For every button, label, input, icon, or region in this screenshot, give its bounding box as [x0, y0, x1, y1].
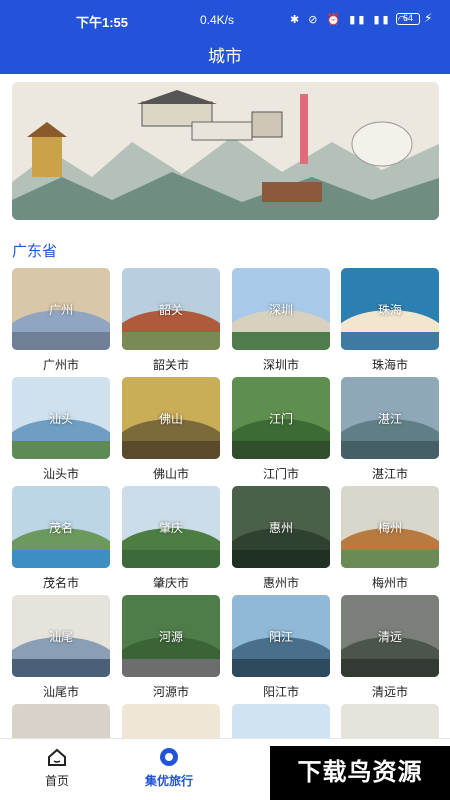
nav-label-travel: 集优旅行 [144, 774, 193, 788]
city-thumb-title: 清远 [377, 630, 402, 644]
city-thumbnail: 汕尾 [12, 595, 110, 677]
city-thumbnail: 汕头 [12, 377, 110, 459]
city-thumbnail: 广州 [12, 268, 110, 350]
city-thumbnail: 清远 [341, 595, 439, 677]
city-thumb-title: 惠州 [268, 521, 293, 535]
thumb-ground [232, 550, 330, 568]
city-thumbnail: 佛山 [122, 377, 220, 459]
thumb-ground [122, 550, 220, 568]
city-name: 佛山市 [152, 467, 189, 481]
city-thumb-title: 茂名 [48, 521, 73, 535]
thumb-ground [12, 659, 110, 677]
banner-illustration [12, 82, 439, 220]
thumb-ground [341, 441, 439, 459]
city-thumb-title: 广州 [48, 303, 73, 317]
city-thumbnail: 茂名 [12, 486, 110, 568]
city-thumb-title: 深圳 [268, 303, 293, 317]
city-name: 梅州市 [371, 576, 408, 590]
banner-image[interactable] [12, 82, 439, 220]
city-thumbnail: 湛江 [341, 377, 439, 459]
thumb-ground [232, 441, 330, 459]
charging-icon: ⚡ [424, 11, 433, 25]
city-card[interactable]: 湛江 湛江市 [341, 377, 439, 482]
city-card[interactable]: 深圳 深圳市 [232, 268, 330, 373]
city-card[interactable]: 佛山 佛山市 [122, 377, 220, 482]
city-card[interactable]: 河源 河源市 [122, 595, 220, 700]
city-name: 清远市 [371, 685, 408, 699]
city-name: 肇庆市 [152, 576, 189, 590]
city-thumb-title: 汕头 [48, 412, 73, 426]
city-name: 湛江市 [371, 467, 408, 481]
city-name: 珠海市 [371, 358, 408, 372]
thumb-ground [341, 332, 439, 350]
city-thumb-title: 汕尾 [48, 630, 73, 644]
thumb-ground [122, 659, 220, 677]
city-card[interactable]: 江门 江门市 [232, 377, 330, 482]
status-icons: ✱ ⊘ ⏰ ▮▮ ▮▮ ◠ [290, 14, 411, 26]
city-thumbnail: 阳江 [232, 595, 330, 677]
city-name: 韶关市 [152, 358, 189, 372]
section-title-province: 广东省 [12, 243, 58, 260]
city-card[interactable]: 汕头 汕头市 [12, 377, 110, 482]
city-thumbnail: 惠州 [232, 486, 330, 568]
city-thumbnail: 梅州 [341, 486, 439, 568]
city-thumbnail: 江门 [232, 377, 330, 459]
city-thumb-title: 珠海 [377, 303, 402, 317]
nav-item-travel[interactable]: 集优旅行 [124, 747, 214, 789]
city-name: 阳江市 [262, 685, 299, 699]
city-thumb-title: 江门 [268, 412, 293, 426]
thumb-ground [12, 441, 110, 459]
city-thumbnail: 珠海 [341, 268, 439, 350]
watermark: 下载鸟资源 [270, 746, 450, 800]
network-speed: 0.4K/s [200, 13, 235, 27]
city-thumbnail: 肇庆 [122, 486, 220, 568]
city-name: 深圳市 [262, 358, 299, 372]
thumb-ground [12, 332, 110, 350]
city-name: 汕尾市 [42, 685, 79, 699]
city-name: 惠州市 [262, 576, 299, 590]
city-name: 茂名市 [42, 576, 79, 590]
city-name: 广州市 [42, 358, 79, 372]
city-card[interactable]: 韶关 韶关市 [122, 268, 220, 373]
city-card[interactable]: 梅州 梅州市 [341, 486, 439, 591]
thumb-ground [122, 332, 220, 350]
home-icon [48, 748, 66, 766]
city-thumb-title: 梅州 [377, 521, 402, 535]
city-card[interactable]: 广州 广州市 [12, 268, 110, 373]
city-thumb-title: 韶关 [158, 303, 183, 317]
thumb-ground [232, 332, 330, 350]
city-card[interactable]: 茂名 茂名市 [12, 486, 110, 591]
travel-icon [160, 748, 178, 766]
city-card[interactable]: 惠州 惠州市 [232, 486, 330, 591]
city-card[interactable]: 阳江 阳江市 [232, 595, 330, 700]
city-thumbnail: 韶关 [122, 268, 220, 350]
city-thumbnail: 深圳 [232, 268, 330, 350]
thumb-ground [122, 441, 220, 459]
nav-item-home[interactable]: 首页 [12, 747, 102, 789]
thumb-ground [12, 550, 110, 568]
city-thumb-title: 肇庆 [158, 521, 183, 535]
city-thumb-title: 湛江 [377, 412, 402, 426]
status-time: 下午1:55 [76, 15, 129, 30]
page-title: 城市 [208, 47, 242, 66]
city-card[interactable]: 珠海 珠海市 [341, 268, 439, 373]
app-bar: 城市 [0, 38, 450, 74]
city-name: 汕头市 [42, 467, 79, 481]
city-thumbnail: 河源 [122, 595, 220, 677]
battery-icon: 64 [396, 13, 420, 25]
thumb-ground [341, 659, 439, 677]
city-card[interactable]: 汕尾 汕尾市 [12, 595, 110, 700]
city-card[interactable]: 清远 清远市 [341, 595, 439, 700]
city-name: 河源市 [152, 685, 189, 699]
thumb-ground [341, 550, 439, 568]
city-thumb-title: 河源 [158, 630, 183, 644]
city-card[interactable]: 肇庆 肇庆市 [122, 486, 220, 591]
nav-label-home: 首页 [44, 774, 69, 788]
city-name: 江门市 [262, 467, 299, 481]
city-thumb-title: 佛山 [158, 412, 183, 426]
thumb-ground [232, 659, 330, 677]
city-thumb-title: 阳江 [268, 630, 293, 644]
status-bar: 下午1:55 0.4K/s ✱ ⊘ ⏰ ▮▮ ▮▮ ◠ 64 ⚡ [0, 0, 450, 38]
